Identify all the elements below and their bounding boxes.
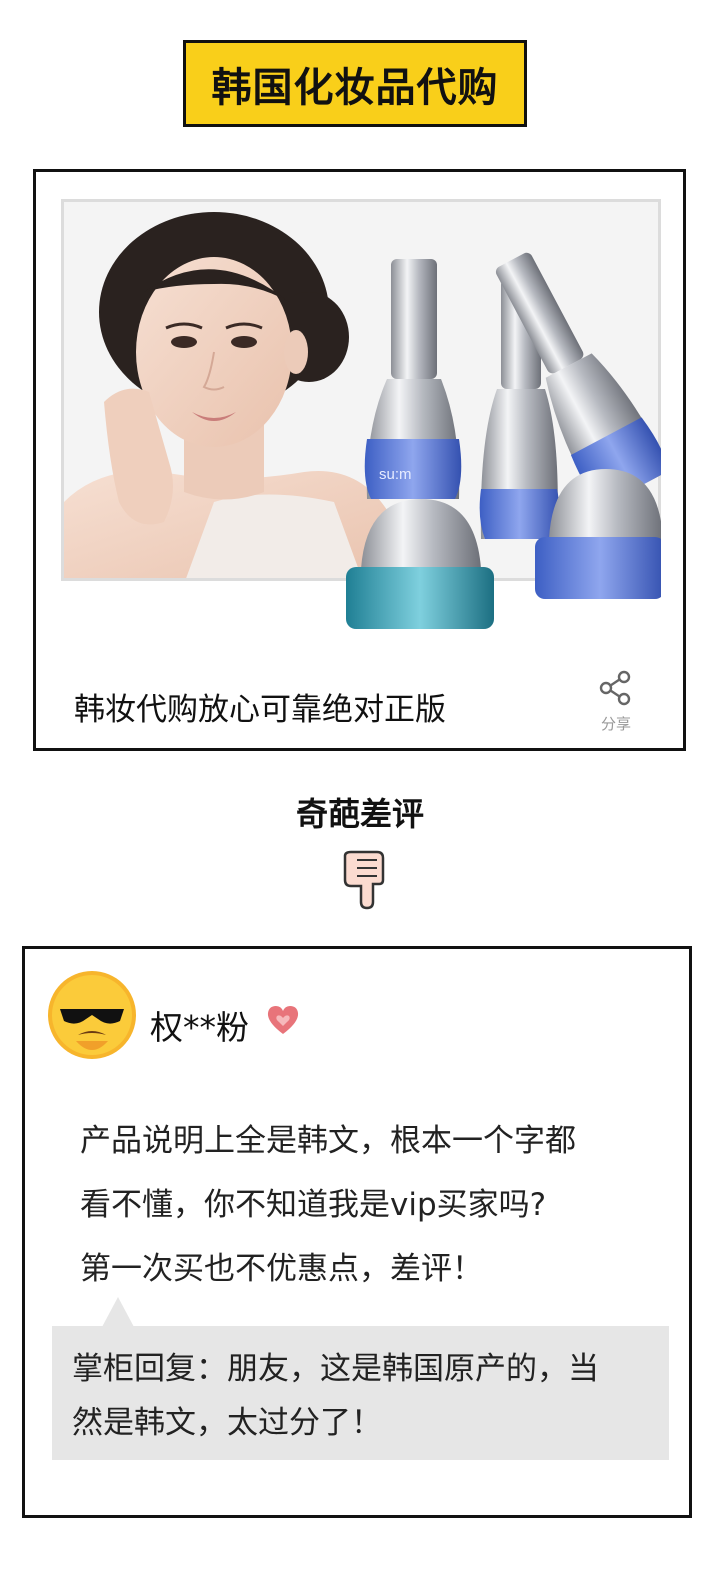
page-title-banner: 韩国化妆品代购 xyxy=(183,40,527,127)
review-line: 看不懂，你不知道我是vip买家吗? xyxy=(80,1187,547,1223)
heart-icon xyxy=(267,1006,299,1034)
page-title: 韩国化妆品代购 xyxy=(211,64,499,111)
section-heading: 奇葩差评 xyxy=(295,795,424,833)
review-body: 产品说明上全是韩文，根本一个字都 看不懂，你不知道我是vip买家吗? 第一次买也… xyxy=(80,1109,660,1301)
cool-face-avatar[interactable] xyxy=(46,969,138,1061)
share-icon xyxy=(599,670,631,706)
product-card[interactable]: su:m 韩妆代购放心可靠绝对正版 分享 xyxy=(33,169,686,751)
reply-line: 掌柜回复：朋友，这是韩国原产的，当 xyxy=(72,1351,599,1387)
product-title[interactable]: 韩妆代购放心可靠绝对正版 xyxy=(74,684,446,729)
share-label: 分享 xyxy=(600,715,631,733)
review-line: 产品说明上全是韩文，根本一个字都 xyxy=(80,1123,576,1159)
seller-reply: 掌柜回复：朋友，这是韩国原产的，当 然是韩文，太过分了！ xyxy=(52,1326,669,1460)
review-card: 权**粉 产品说明上全是韩文，根本一个字都 看不懂，你不知道我是vip买家吗? … xyxy=(22,946,692,1518)
reply-pointer xyxy=(102,1297,134,1327)
review-line: 第一次买也不优惠点，差评！ xyxy=(80,1251,483,1287)
reply-line: 然是韩文，太过分了！ xyxy=(72,1405,382,1441)
product-image[interactable]: su:m xyxy=(61,199,661,651)
bottle-label: su:m xyxy=(379,466,412,483)
pointing-down-hand-icon xyxy=(343,850,385,910)
product-bottles: su:m xyxy=(346,252,661,629)
reviewer-name[interactable]: 权**粉 xyxy=(150,1001,249,1049)
share-button[interactable]: 分享 xyxy=(592,669,640,739)
